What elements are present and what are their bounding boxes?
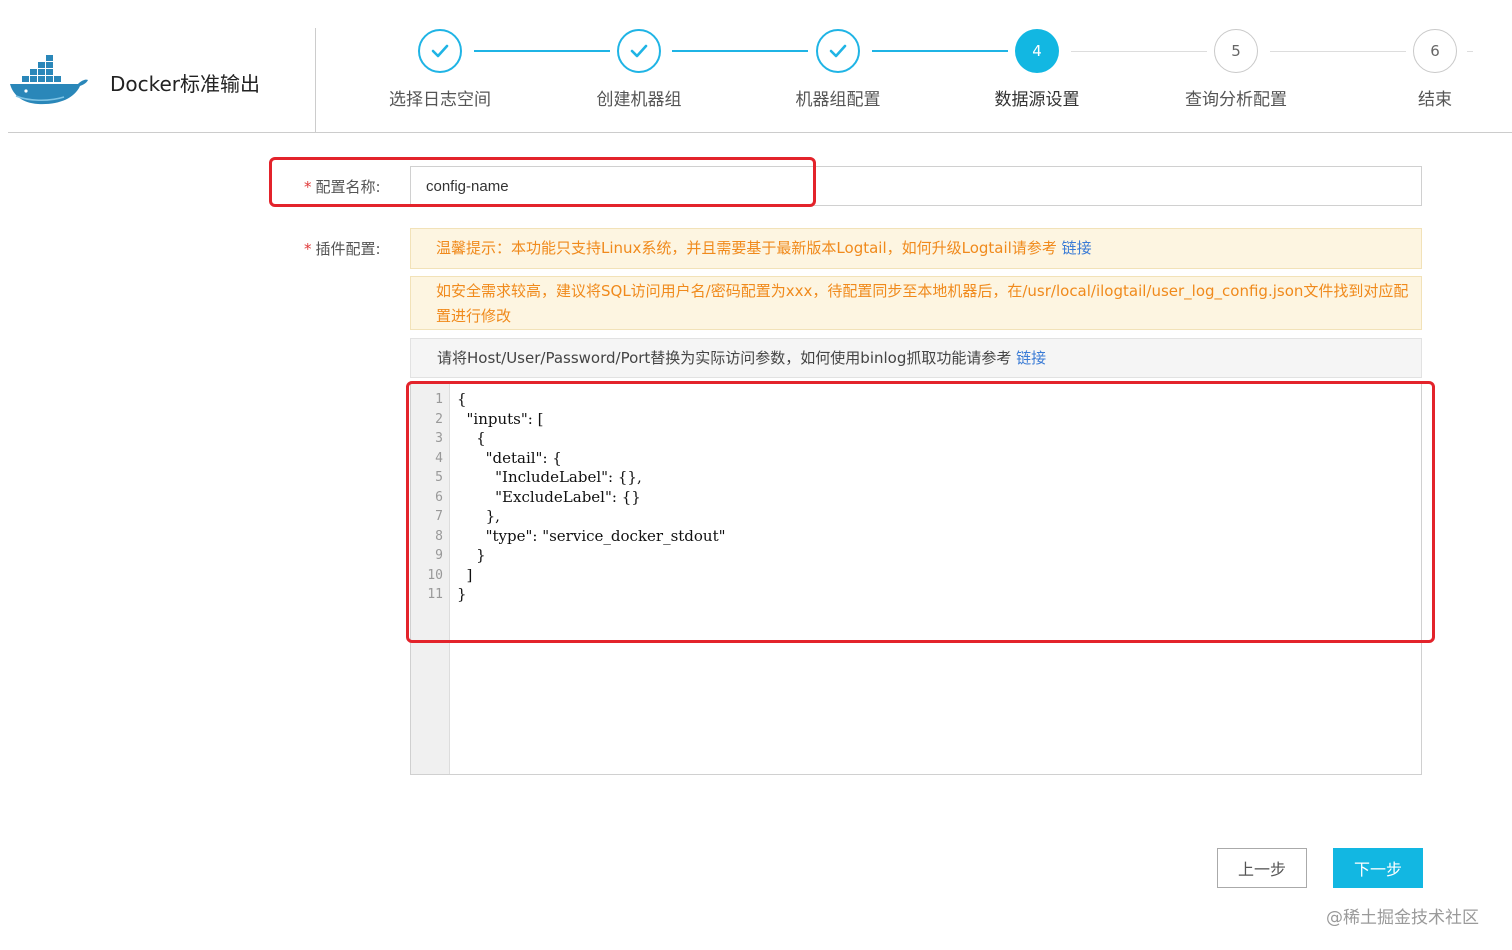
note-text: 请将Host/User/Password/Port替换为实际访问参数，如何使用b… [437,349,1017,367]
check-icon [418,29,462,73]
step-data-source-settings: 4 数据源设置 [957,29,1117,110]
wizard-header: Docker标准输出 选择日志空间 创建机器组 机器组配置 4 数据源设置 5 … [0,0,1512,133]
tip-text: 温馨提示：本功能只支持Linux系统，并且需要基于最新版本Logtail，如何升… [436,239,1062,257]
previous-step-button[interactable]: 上一步 [1217,848,1307,888]
step-label: 数据源设置 [994,90,1080,110]
step-label: 选择日志空间 [389,90,491,110]
watermark: @稀土掘金技术社区 [1326,908,1479,928]
tip-link[interactable]: 链接 [1062,239,1092,257]
step-number: 5 [1214,29,1258,73]
check-icon [617,29,661,73]
step-label: 创建机器组 [596,90,682,110]
required-mark: * [304,240,312,258]
step-label: 查询分析配置 [1185,90,1287,110]
highlight-box-config-name [269,157,816,207]
header-divider [315,28,316,132]
step-label: 结束 [1418,90,1452,110]
step-select-log-space[interactable]: 选择日志空间 [360,29,520,110]
step-finish: 6 结束 [1355,29,1512,110]
note-link[interactable]: 链接 [1016,349,1046,367]
next-step-button[interactable]: 下一步 [1333,848,1423,888]
plugin-config-label-text: 插件配置: [315,240,381,258]
step-query-analysis-config: 5 查询分析配置 [1156,29,1316,110]
step-machine-group-config[interactable]: 机器组配置 [758,29,918,110]
tip-upgrade-logtail: 温馨提示：本功能只支持Linux系统，并且需要基于最新版本Logtail，如何升… [410,228,1422,269]
docker-whale-icon [10,55,88,105]
app-title: Docker标准输出 [110,72,261,96]
tip-text: 如安全需求较高，建议将SQL访问用户名/密码配置为xxx，待配置同步至本地机器后… [436,282,1409,325]
header-divider-line [8,132,1512,133]
step-create-machine-group[interactable]: 创建机器组 [559,29,719,110]
note-replace-params: 请将Host/User/Password/Port替换为实际访问参数，如何使用b… [410,338,1422,378]
step-number: 4 [1015,29,1059,73]
step-label: 机器组配置 [795,90,881,110]
check-icon [816,29,860,73]
plugin-config-label: * 插件配置: [304,238,381,259]
highlight-box-editor [406,381,1435,643]
step-number: 6 [1413,29,1457,73]
tip-security: 如安全需求较高，建议将SQL访问用户名/密码配置为xxx，待配置同步至本地机器后… [410,276,1422,330]
